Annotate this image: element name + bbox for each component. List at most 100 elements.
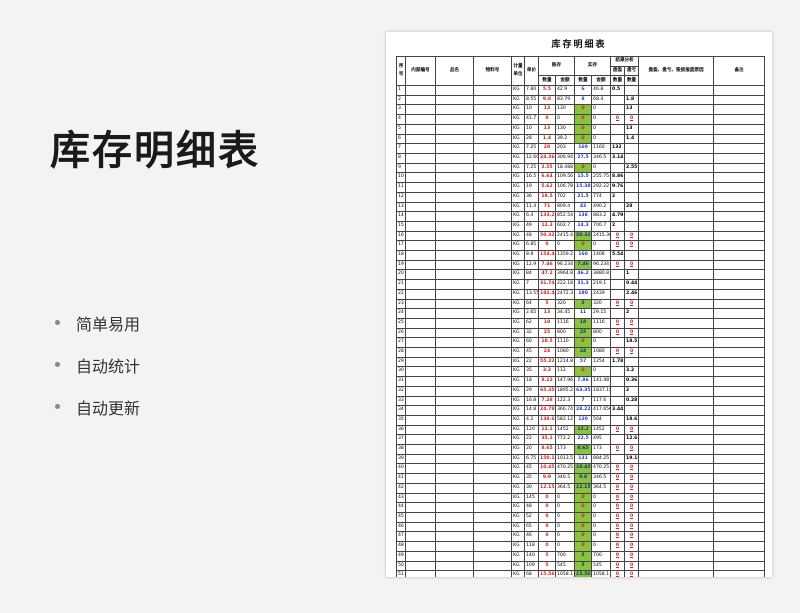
cell-price: 8.8 — [524, 250, 539, 261]
cell-reason — [638, 288, 715, 300]
cell-loss-qty: 0 — [624, 259, 640, 271]
cell-book-qty: 154.46 — [538, 250, 556, 261]
table-row: 16 KG 48 50.32 2415.4 50.32 2415.36 0 0 — [396, 230, 766, 242]
cell-surplus-qty: 4.79 — [610, 211, 626, 222]
cell-reason — [638, 85, 715, 96]
cell-book-qty: 12.15 — [538, 482, 556, 494]
cell-actual-qty: 12.1 — [574, 424, 593, 436]
cell-unit: KG — [511, 259, 525, 271]
cell-book-qty: 5 — [538, 560, 556, 572]
table-row: 24 KG 2.65 13 34.45 11 29.15 2 — [396, 308, 766, 319]
cell-book-qty: 1.4 — [538, 133, 556, 145]
header-surplus-qty: 数量 — [610, 75, 626, 87]
cell-remark — [713, 317, 766, 329]
cell-code — [473, 123, 512, 135]
cell-actual-amount: 2415.36 — [591, 230, 612, 242]
cell-seq: 28 — [396, 347, 406, 358]
cell-actual-qty: 0 — [574, 521, 593, 533]
cell-seq: 3 — [396, 104, 406, 116]
table-row: 9 KG 7.25 2.55 18.488 0 0 2.55 — [396, 162, 766, 174]
cell-reason — [638, 123, 715, 135]
cell-name — [435, 269, 474, 281]
cell-code — [473, 317, 512, 329]
cell-code — [473, 560, 512, 572]
cell-remark — [713, 473, 766, 484]
cell-name — [435, 162, 474, 174]
cell-price: 49 — [524, 220, 539, 232]
cell-seq: 24 — [396, 308, 406, 319]
table-row: 22 KG13.55182.462472.31802439 2.46 — [396, 288, 766, 300]
cell-unit: KG — [511, 182, 525, 193]
cell-loss-qty: 0 — [624, 327, 640, 339]
cell-actual-qty: 0 — [574, 123, 593, 135]
cell-actual-qty: 120 — [574, 414, 593, 426]
cell-remark — [713, 531, 766, 543]
cell-unit: KG — [511, 201, 525, 213]
cell-actual-amount: 1408 — [591, 250, 612, 261]
cell-book-amount: 1214.8 — [554, 356, 576, 368]
cell-seq: 51 — [396, 570, 406, 577]
cell-loss-qty: 0 — [624, 492, 640, 504]
cell-book-qty: 0 — [538, 512, 556, 523]
cell-loss-qty: 0 — [624, 482, 640, 494]
cell-actual-qty: 15.38 — [574, 182, 593, 193]
cell-seq: 32 — [396, 385, 406, 397]
cell-actual-qty: 57 — [574, 356, 593, 368]
cell-code — [473, 482, 512, 494]
cell-loss-qty: 0 — [624, 230, 640, 242]
cell-price: 16.8 — [524, 395, 539, 407]
cell-reason — [638, 114, 715, 125]
cell-loss-qty: 0 — [624, 424, 640, 436]
cell-loss-qty: 0 — [624, 531, 640, 543]
cell-code — [473, 327, 512, 339]
cell-actual-amount: 0 — [591, 114, 612, 125]
cell-unit: KG — [511, 424, 525, 436]
header-unit: 计量单位 — [511, 55, 525, 87]
cell-code — [473, 250, 512, 261]
cell-surplus-qty — [610, 279, 626, 290]
cell-surplus-qty: 1.78 — [610, 356, 626, 368]
cell-unit: KG — [511, 356, 525, 368]
cell-actual-qty: 0 — [574, 114, 593, 125]
cell-remark — [713, 94, 766, 106]
cell-internal — [405, 201, 436, 213]
cell-name — [435, 405, 474, 416]
cell-unit: KG — [511, 512, 525, 523]
cell-code — [473, 162, 512, 174]
cell-loss-qty: 0 — [624, 463, 640, 475]
cell-actual-qty: 0 — [574, 104, 593, 116]
cell-actual-amount: 1116 — [591, 317, 612, 329]
cell-actual-qty: 0 — [574, 541, 593, 552]
cell-remark — [713, 492, 766, 504]
cell-book-amount: 470.25 — [554, 463, 576, 475]
cell-actual-amount: 700 — [591, 550, 612, 562]
cell-surplus-qty: 0 — [610, 531, 626, 543]
cell-name — [435, 317, 474, 329]
cell-seq: 17 — [396, 240, 406, 252]
cell-actual-amount: 884.25 — [591, 453, 612, 465]
cell-book-qty: 12.1 — [538, 424, 556, 436]
cell-reason — [638, 240, 715, 252]
cell-name — [435, 395, 474, 407]
cell-book-qty: 182.46 — [538, 288, 556, 300]
cell-seq: 12 — [396, 191, 406, 203]
cell-code — [473, 492, 512, 504]
cell-book-amount: 0 — [554, 531, 576, 543]
cell-code — [473, 414, 512, 426]
cell-code — [473, 85, 512, 96]
cell-name — [435, 453, 474, 465]
cell-surplus-qty — [610, 201, 626, 213]
header-actual-amount: 金额 — [591, 75, 612, 87]
cell-internal — [405, 453, 436, 465]
cell-remark — [713, 560, 766, 572]
cell-surplus-qty — [610, 308, 626, 319]
cell-seq: 21 — [396, 279, 406, 290]
cell-surplus-qty: 0 — [610, 240, 626, 252]
cell-actual-qty: 160 — [574, 143, 593, 154]
bullet-dot-icon — [55, 320, 60, 325]
cell-name — [435, 94, 474, 106]
cell-remark — [713, 337, 766, 349]
cell-actual-amount: 800 — [591, 327, 612, 339]
cell-loss-qty — [624, 85, 640, 96]
cell-internal — [405, 327, 436, 339]
